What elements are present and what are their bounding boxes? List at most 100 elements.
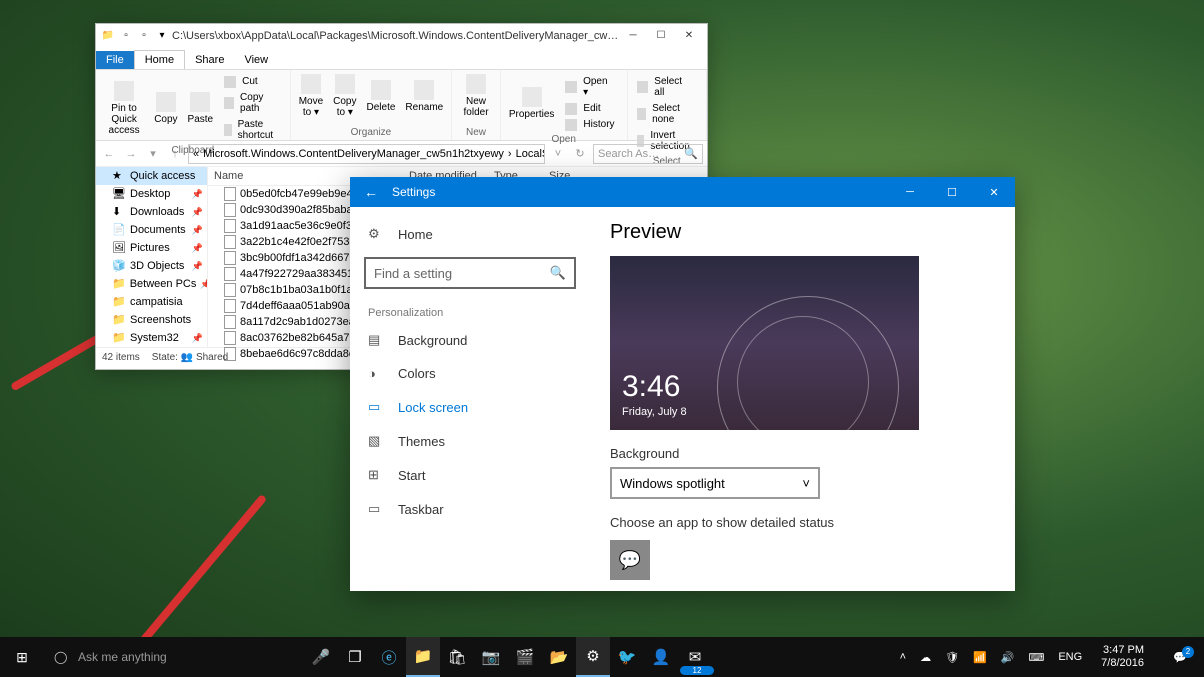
move-to-button[interactable]: Move to ▾ xyxy=(295,72,327,120)
qat-chevron-down-icon[interactable]: ▾ xyxy=(154,28,170,44)
up-button[interactable]: ↑ xyxy=(166,145,184,163)
recent-dropdown[interactable]: ▾ xyxy=(144,145,162,163)
pin-icon: 📌 xyxy=(192,189,203,200)
qat-properties-icon[interactable]: ▫ xyxy=(118,28,134,44)
app-tile-button[interactable]: 💬 xyxy=(610,540,650,580)
breadcrumb[interactable]: « Microsoft.Windows.ContentDeliveryManag… xyxy=(188,144,545,164)
tab-file[interactable]: File xyxy=(96,51,134,69)
file-icon xyxy=(224,219,236,233)
new-folder-button[interactable]: New folder xyxy=(456,72,496,120)
edge-icon[interactable]: ⓔ xyxy=(372,637,406,677)
tree-item[interactable]: 📄Documents📌 xyxy=(96,221,207,239)
copy-button[interactable]: Copy xyxy=(150,72,181,145)
qat-new-folder-icon[interactable]: ▫ xyxy=(136,28,152,44)
volume-icon[interactable]: 🔊 xyxy=(998,651,1018,664)
people-icon[interactable]: 👤 xyxy=(644,637,678,677)
nav-background[interactable]: ▤Background xyxy=(354,323,586,357)
explorer-taskbar-icon[interactable]: 📁 xyxy=(406,637,440,677)
clock[interactable]: 3:47 PM 7/8/2016 xyxy=(1093,644,1152,670)
copy-path-button[interactable]: Copy path xyxy=(221,90,284,116)
onedrive-icon[interactable]: ☁ xyxy=(917,651,934,664)
mail-icon[interactable]: ✉12 xyxy=(678,637,712,677)
minimize-button[interactable]: ─ xyxy=(619,26,647,46)
nav-colors[interactable]: ◑Colors xyxy=(354,357,586,390)
open-button[interactable]: Open ▾ xyxy=(562,74,620,100)
back-button[interactable]: ← xyxy=(350,184,392,200)
new-folder-icon xyxy=(466,74,486,94)
copy-to-button[interactable]: Copy to ▾ xyxy=(329,72,360,120)
folder-icon: 🖼 xyxy=(112,241,126,255)
nav-taskbar[interactable]: ▭Taskbar xyxy=(354,492,586,526)
tree-item[interactable]: 🖼Pictures📌 xyxy=(96,239,207,257)
tab-share[interactable]: Share xyxy=(185,51,234,69)
delete-button[interactable]: Delete xyxy=(363,72,400,120)
gear-icon: ⚙ xyxy=(368,226,384,242)
tray-chevron-up-icon[interactable]: ˄ xyxy=(897,651,909,663)
refresh-button[interactable]: ↻ xyxy=(571,145,589,163)
close-button[interactable]: ✕ xyxy=(675,26,703,46)
cortana-search[interactable]: ◯Ask me anything xyxy=(44,637,304,677)
twitter-icon[interactable]: 🐦 xyxy=(610,637,644,677)
crumb-package[interactable]: Microsoft.Windows.ContentDeliveryManager… xyxy=(203,148,504,160)
folder-icon: 📁 xyxy=(100,28,116,44)
keyboard-icon[interactable]: ⌨ xyxy=(1025,651,1047,664)
close-button[interactable]: ✕ xyxy=(973,186,1015,199)
copy-path-icon xyxy=(224,97,234,109)
tree-item[interactable]: 📁Between PCs📌 xyxy=(96,275,207,293)
pin-quick-access-button[interactable]: Pin to Quick access xyxy=(100,72,148,145)
language-indicator[interactable]: ENG xyxy=(1055,651,1085,663)
path-dropdown[interactable]: ˅ xyxy=(549,145,567,163)
forward-button[interactable]: → xyxy=(122,145,140,163)
maximize-button[interactable]: ☐ xyxy=(931,186,973,199)
defender-icon[interactable]: 🛡 xyxy=(942,651,962,664)
movies-icon[interactable]: 🎬 xyxy=(508,637,542,677)
minimize-button[interactable]: ─ xyxy=(889,186,931,199)
tree-item[interactable]: 📁campatisia xyxy=(96,293,207,311)
task-view-button[interactable]: ❐ xyxy=(338,637,372,677)
start-icon: ⊞ xyxy=(368,467,384,483)
tree-item[interactable]: 📁System32📌 xyxy=(96,329,207,347)
tree-item[interactable]: 📁Screenshots xyxy=(96,311,207,329)
tree-item[interactable]: ★Quick access xyxy=(96,167,207,185)
search-icon: 🔍 xyxy=(550,265,566,281)
tree-item[interactable]: 🧊3D Objects📌 xyxy=(96,257,207,275)
edit-button[interactable]: Edit xyxy=(562,101,620,116)
properties-button[interactable]: Properties xyxy=(505,72,559,134)
explorer-titlebar[interactable]: 📁 ▫ ▫ ▾ C:\Users\xbox\AppData\Local\Pack… xyxy=(96,24,707,47)
pin-icon: 📌 xyxy=(192,243,203,254)
nav-start[interactable]: ⊞Start xyxy=(354,458,586,492)
settings-titlebar[interactable]: ← Settings ─ ☐ ✕ xyxy=(350,177,1015,207)
nav-home[interactable]: ⚙Home xyxy=(354,217,586,251)
folder-pinned-icon[interactable]: 📂 xyxy=(542,637,576,677)
start-button[interactable]: ⊞ xyxy=(0,649,44,666)
tab-home[interactable]: Home xyxy=(134,50,185,69)
tab-view[interactable]: View xyxy=(234,51,278,69)
settings-taskbar-icon[interactable]: ⚙ xyxy=(576,637,610,677)
rename-button[interactable]: Rename xyxy=(401,72,447,120)
nav-themes[interactable]: ▧Themes xyxy=(354,424,586,458)
crumb-localstate[interactable]: LocalState xyxy=(516,148,545,160)
tree-item[interactable]: 🖥Desktop📌 xyxy=(96,185,207,203)
paste-button[interactable]: Paste xyxy=(184,72,218,145)
background-dropdown[interactable]: Windows spotlight˅ xyxy=(610,467,820,499)
select-none-button[interactable]: Select none xyxy=(634,101,700,127)
folder-icon: ★ xyxy=(112,169,126,183)
paste-shortcut-button[interactable]: Paste shortcut xyxy=(221,117,284,143)
cortana-mic-icon[interactable]: 🎤 xyxy=(304,637,338,677)
pin-icon: 📌 xyxy=(192,207,203,218)
history-button[interactable]: History xyxy=(562,117,620,132)
explorer-search-input[interactable]: Search As…🔍 xyxy=(593,144,703,164)
back-button[interactable]: ← xyxy=(100,145,118,163)
network-icon[interactable]: 📶 xyxy=(970,651,990,664)
history-icon xyxy=(565,119,577,131)
maximize-button[interactable]: ☐ xyxy=(647,26,675,46)
settings-search-input[interactable]: Find a setting🔍 xyxy=(364,257,576,289)
cut-button[interactable]: Cut xyxy=(221,74,284,89)
file-icon xyxy=(224,235,236,249)
select-all-button[interactable]: Select all xyxy=(634,74,700,100)
action-center-button[interactable]: 💬2 xyxy=(1160,651,1200,664)
nav-lock-screen[interactable]: ▭Lock screen xyxy=(354,390,586,424)
store-icon[interactable]: 🛍 xyxy=(440,637,474,677)
tree-item[interactable]: ⬇Downloads📌 xyxy=(96,203,207,221)
camera-app-icon[interactable]: 📷 xyxy=(474,637,508,677)
